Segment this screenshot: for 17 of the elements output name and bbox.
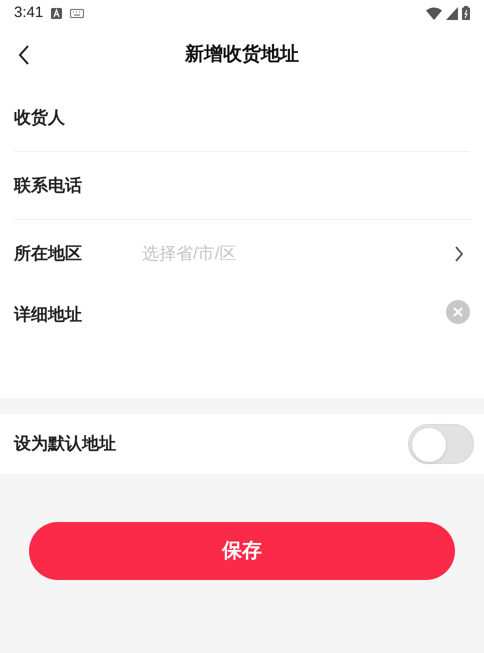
keyboard-icon: [70, 8, 84, 18]
default-toggle[interactable]: [408, 424, 474, 464]
battery-icon: [462, 6, 470, 20]
field-label: 所在地区: [14, 243, 83, 266]
field-label: 联系电话: [14, 174, 83, 197]
default-address-label: 设为默认地址: [14, 433, 116, 456]
signal-icon: [446, 6, 458, 20]
page-title: 新增收货地址: [185, 42, 299, 67]
clear-icon[interactable]: [446, 300, 470, 324]
back-icon[interactable]: [18, 45, 30, 65]
field-label: 详细地址: [14, 304, 83, 326]
wifi-icon: [426, 6, 442, 20]
font-icon: [51, 8, 62, 18]
save-button[interactable]: 保存: [29, 522, 455, 580]
chevron-right-icon: [454, 246, 464, 262]
field-label: 收货人: [14, 106, 66, 129]
status-time: 3:41: [14, 2, 44, 23]
